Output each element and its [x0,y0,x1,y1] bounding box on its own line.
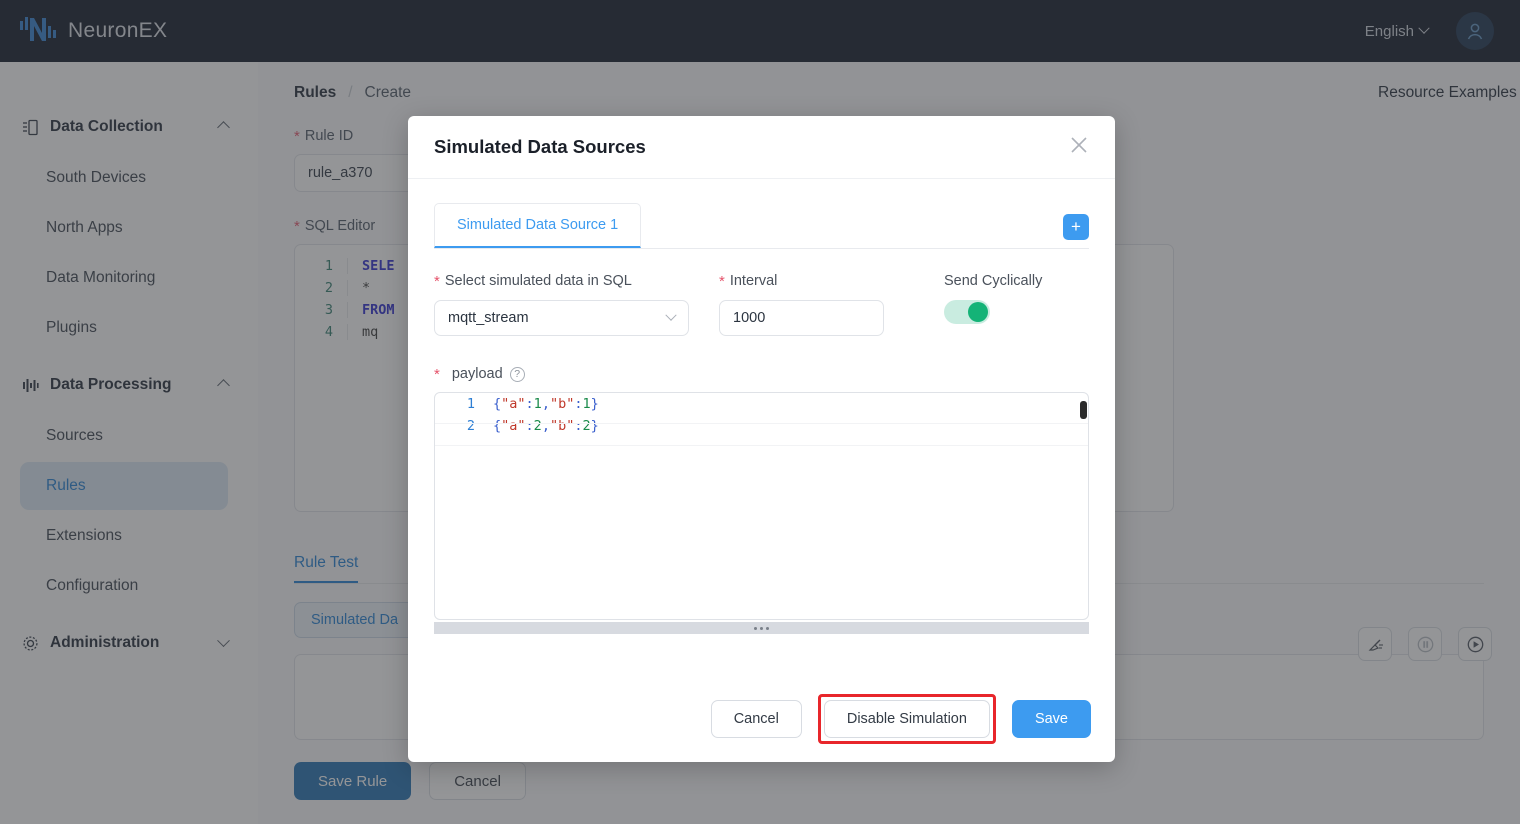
question-mark-icon[interactable]: ? [510,367,525,382]
disable-simulation-highlight: Disable Simulation [818,694,996,744]
required-marker: * [434,274,440,289]
tab-simulated-data-source-1[interactable]: Simulated Data Source 1 [434,203,641,248]
dialog-header: Simulated Data Sources [408,116,1115,179]
save-button[interactable]: Save [1012,700,1091,738]
required-marker: * [719,274,725,289]
toggle-knob [968,302,988,322]
select-sql-value: mqtt_stream [448,310,529,326]
send-cyclically-label: Send Cyclically [944,273,1042,289]
line-number: 1 [435,396,493,412]
payload-code-line: {"a":1,"b":1} [493,396,599,412]
simulated-data-sources-dialog: Simulated Data Sources Simulated Data So… [408,116,1115,762]
form-row: * Select simulated data in SQL mqtt_stre… [434,273,1089,336]
chevron-down-icon [665,310,676,321]
interval-label: * Interval [719,273,884,289]
data-source-tabbar: Simulated Data Source 1 + [434,203,1089,249]
required-marker: * [434,367,440,382]
select-sql-label: * Select simulated data in SQL [434,273,689,289]
editor-row: 2 {"a":2,"b":2} [435,415,1088,437]
editor-vertical-scrollbar[interactable] [1080,401,1087,419]
dialog-body: Simulated Data Source 1 + * Select simul… [408,179,1115,676]
interval-value: 1000 [733,310,765,326]
payload-editor[interactable]: 1 {"a":1,"b":1} 2 {"a":2,"b":2} [434,392,1089,620]
interval-input[interactable]: 1000 [719,300,884,336]
select-sql-dropdown[interactable]: mqtt_stream [434,300,689,336]
close-icon[interactable] [1069,135,1089,160]
send-cyclically-toggle[interactable] [944,300,990,324]
dialog-title: Simulated Data Sources [434,136,646,158]
cancel-button[interactable]: Cancel [711,700,802,738]
payload-label: * payload ? [434,366,1089,382]
disable-simulation-button[interactable]: Disable Simulation [824,700,990,738]
editor-resize-handle[interactable] [434,622,1089,634]
payload-code-line: {"a":2,"b":2} [493,418,599,434]
plus-icon[interactable]: + [1063,214,1089,240]
dialog-footer: Cancel Disable Simulation Save [408,676,1115,762]
line-number: 2 [435,418,493,434]
editor-row: 1 {"a":1,"b":1} [435,393,1088,415]
